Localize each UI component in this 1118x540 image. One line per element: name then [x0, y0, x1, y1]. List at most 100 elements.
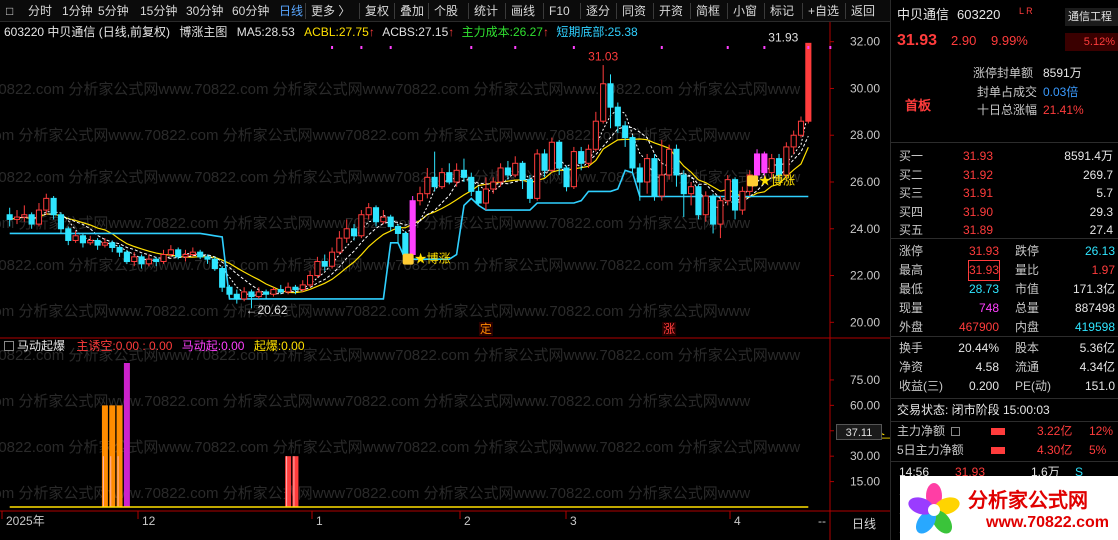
signal-bar[interactable] [109, 405, 116, 507]
candle-body[interactable] [431, 176, 438, 188]
candle-body[interactable] [666, 148, 673, 176]
toolbar-item-21[interactable]: 返回 [851, 0, 875, 22]
toolbar-item-6[interactable]: 日线 [279, 0, 303, 22]
candle-body[interactable] [182, 253, 189, 258]
candle-body[interactable] [6, 214, 13, 220]
candle-body[interactable] [211, 258, 218, 270]
candle-body[interactable] [50, 197, 57, 216]
candle-body[interactable] [255, 291, 262, 298]
candle-body[interactable] [116, 246, 123, 253]
candle-body[interactable] [592, 120, 599, 150]
candle-body[interactable] [731, 179, 739, 211]
candle-body[interactable] [453, 169, 460, 183]
candle-body[interactable] [490, 181, 497, 190]
toolbar-item-14[interactable]: 逐分 [586, 0, 610, 22]
candle-body[interactable] [585, 148, 592, 164]
toolbar-item-0[interactable]: 分时 [28, 0, 52, 22]
candle-body[interactable] [651, 158, 658, 197]
candle-body[interactable] [299, 284, 306, 291]
candle-body[interactable] [138, 256, 145, 265]
candle-body[interactable] [197, 251, 204, 258]
candle-body[interactable] [614, 106, 621, 127]
candle-body[interactable] [387, 216, 394, 227]
candle-body[interactable] [644, 158, 651, 183]
net1-toggle-icon[interactable] [951, 427, 960, 436]
candle-body[interactable] [512, 162, 519, 176]
toolbar-item-4[interactable]: 30分钟 [186, 0, 223, 22]
toolbar-item-9[interactable]: 叠加 [400, 0, 424, 22]
candle-body[interactable] [673, 148, 680, 176]
toolbar-item-16[interactable]: 开资 [659, 0, 683, 22]
signal-bar[interactable] [285, 456, 292, 507]
candle-body[interactable] [739, 190, 746, 211]
candle-body[interactable] [438, 172, 446, 188]
candle-body[interactable] [145, 258, 152, 265]
candle-body[interactable] [226, 286, 233, 295]
candle-body[interactable] [556, 141, 563, 169]
candle-body[interactable] [277, 289, 284, 293]
candle-body[interactable] [358, 214, 365, 237]
candle-body[interactable] [175, 249, 182, 258]
toolbar-item-5[interactable]: 60分钟 [232, 0, 269, 22]
bid-row[interactable]: 买四 31.90 29.3 [891, 203, 1118, 222]
candle-body[interactable] [424, 176, 431, 195]
toolbar-item-13[interactable]: F10 [549, 0, 570, 22]
toolbar-item-7[interactable]: 更多 〉 [311, 0, 350, 22]
toolbar-item-17[interactable]: 简框 [696, 0, 720, 22]
candle-body[interactable] [607, 83, 614, 108]
candle-body[interactable] [636, 167, 643, 183]
candle-body[interactable] [402, 232, 409, 255]
collapse-icon[interactable] [4, 341, 14, 351]
candle-body[interactable] [248, 291, 255, 298]
sector-tag[interactable]: 通信工程 [1065, 8, 1118, 26]
candle-body[interactable] [292, 286, 299, 291]
candle-body[interactable] [475, 190, 482, 204]
chart-area[interactable]: 70822.com 分析家公式网www.70822.com 分析家公式网www7… [0, 22, 890, 540]
candle-body[interactable] [109, 242, 116, 248]
candle-body[interactable] [563, 167, 570, 188]
candle-body[interactable] [263, 291, 270, 295]
candle-body[interactable] [167, 249, 174, 255]
bid-row[interactable]: 买三 31.91 5.7 [891, 184, 1118, 203]
candle-body[interactable] [797, 120, 805, 136]
candle-body[interactable] [680, 174, 687, 195]
signal-bar[interactable] [292, 456, 299, 507]
toolbar-item-15[interactable]: 同资 [622, 0, 646, 22]
candle-body[interactable] [131, 256, 138, 263]
candle-body[interactable] [43, 197, 50, 211]
candle-body[interactable] [270, 289, 277, 295]
candle-body[interactable] [600, 83, 607, 122]
candle-body[interactable] [219, 268, 226, 288]
candle-body[interactable] [548, 141, 555, 171]
candle-body[interactable] [468, 176, 475, 192]
candle-body[interactable] [307, 275, 314, 286]
candle-body[interactable] [101, 242, 108, 246]
candle-body[interactable] [482, 188, 490, 204]
kline-chart[interactable]: 70822.com 分析家公式网www.70822.com 分析家公式网www7… [0, 22, 890, 540]
toolbar-item-8[interactable]: 复权 [365, 0, 389, 22]
candle-body[interactable] [541, 153, 548, 171]
bid-row[interactable]: 买二 31.92 269.7 [891, 166, 1118, 185]
candle-body[interactable] [28, 214, 35, 225]
candle-body[interactable] [336, 237, 343, 253]
candle-body[interactable] [343, 228, 350, 239]
candle-body[interactable] [753, 153, 761, 176]
candle-body[interactable] [717, 200, 724, 225]
candle-body[interactable] [761, 153, 768, 174]
toolbar-item-18[interactable]: 小窗 [733, 0, 757, 22]
candle-body[interactable] [805, 42, 812, 122]
signal-bar[interactable] [123, 363, 130, 507]
candle-body[interactable] [160, 253, 167, 263]
candle-body[interactable] [622, 125, 629, 139]
toolbar-item-11[interactable]: 统计 [474, 0, 498, 22]
candle-body[interactable] [204, 256, 211, 260]
candle-body[interactable] [365, 207, 372, 216]
candle-body[interactable] [123, 251, 130, 263]
toolbar-item-1[interactable]: 1分钟 [62, 0, 93, 22]
toolbar-item-3[interactable]: 15分钟 [140, 0, 177, 22]
toolbar-item-19[interactable]: 标记 [770, 0, 794, 22]
candle-body[interactable] [314, 261, 321, 277]
candle-body[interactable] [526, 179, 533, 199]
candle-body[interactable] [416, 193, 424, 202]
candle-body[interactable] [702, 195, 709, 216]
